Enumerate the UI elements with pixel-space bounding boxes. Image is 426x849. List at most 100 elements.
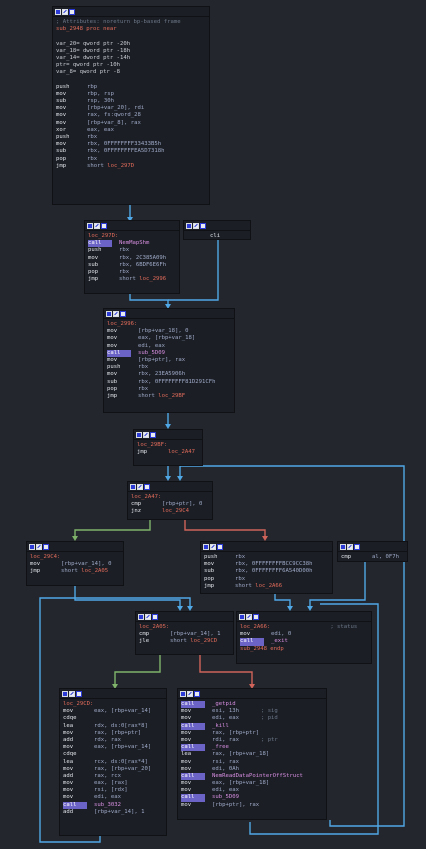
view-icon[interactable] [150,431,156,438]
asm-line[interactable]: jmp loc_2A47 [137,449,199,456]
graph-icon[interactable] [62,690,68,697]
comment-text[interactable]: ; sig [261,708,278,714]
asm-line[interactable]: call _kill [181,722,323,730]
comment-text[interactable]: ; pid [261,715,278,721]
declaration-text[interactable]: var_18= dword ptr -18h [56,48,130,54]
operand[interactable]: rbx, 0FFFFFFFF33433B5h [87,141,161,147]
operand[interactable]: short [235,583,255,589]
operand[interactable]: [rbp+ptr], rax [138,357,185,363]
view-icon[interactable] [76,690,82,697]
operand[interactable]: edi, 0 [271,631,291,637]
code-block-loc-297d[interactable]: loc_297D: call NemMapShm push rbx mov rbx, 2C3… [84,220,180,294]
mnemonic[interactable]: jmp [204,583,228,590]
code-label[interactable]: loc_2A47: [131,494,161,500]
asm-line[interactable]: mov rax, [rbp+var_20] [63,766,163,773]
comment-text[interactable]: ; Attributes: noreturn bp-based frame [56,19,181,25]
operand[interactable]: sub_5D09 [138,350,165,356]
operand[interactable]: rbx, 0FFFFFFFF81D291CFh [138,379,215,385]
edit-icon[interactable] [137,483,143,490]
code-label[interactable]: loc_2996: [107,321,137,327]
asm-line[interactable]: mov eax, [rbp+var_18] [181,780,323,787]
asm-line[interactable]: add rdx, rax [63,737,163,744]
asm-line[interactable]: mov rbx, 2C385A09h [88,255,176,262]
code-block-loc-2a47[interactable]: loc_2A47: cmp [rbp+ptr], 0 jnz loc_29C4 [127,481,213,520]
mnemonic[interactable]: pop [204,576,228,583]
operand[interactable]: al, 0F7h [372,554,399,560]
declaration-text[interactable]: var_8= qword ptr -8 [56,69,120,75]
asm-line[interactable]: sub rbx, 0FFFFFFFF6A540D00h [204,568,329,575]
edit-icon[interactable] [193,222,199,229]
code-block-sub-2948[interactable]: ; Attributes: noreturn bp-based frame sub… [52,6,210,205]
operand[interactable]: short [138,393,158,399]
asm-line[interactable]: push rbx [107,364,231,371]
mnemonic[interactable]: mov [181,737,205,744]
mnemonic[interactable]: add [63,809,87,816]
operand[interactable]: _getpid [212,701,236,707]
asm-line[interactable]: jle short loc_29CD [139,638,230,645]
mnemonic[interactable]: jle [139,638,163,645]
asm-line[interactable]: add [rbp+var_14], 1 [63,809,163,816]
operand[interactable]: eax, [rbp+var_18] [212,780,269,786]
mnemonic[interactable]: push [107,364,131,371]
mnemonic[interactable]: mov [181,766,205,773]
mnemonic[interactable]: pop [56,156,80,163]
mnemonic[interactable]: push [56,84,80,91]
asm-line[interactable]: loc_2A05: [139,624,230,631]
graph-icon[interactable] [87,222,93,229]
asm-line[interactable]: mov rdi, rax ; ptr [181,737,323,744]
operand[interactable]: _free [212,744,229,750]
jump-target-label[interactable]: loc_29BF [158,393,185,399]
mnemonic[interactable]: mov [56,141,80,148]
asm-line[interactable]: xor eax, eax [56,127,206,134]
asm-line[interactable]: sub rbx, 0FFFFFFFF81D291CFh [107,379,231,386]
operand[interactable]: [rbp+var_20], rdi [87,105,144,111]
mnemonic[interactable]: call [181,701,205,709]
asm-line[interactable]: call sub_5D09 [181,794,323,802]
asm-line[interactable]: sub rsp, 30h [56,98,206,105]
mnemonic[interactable]: mov [56,105,80,112]
operand[interactable]: rbp, rsp [87,91,114,97]
mnemonic[interactable]: mov [240,631,264,638]
asm-line[interactable]: mov [rbp+var_18], 0 [107,328,231,335]
operand[interactable]: rbx, 23EA5906h [138,371,185,377]
asm-line[interactable]: mov eax, [rax] [63,780,163,787]
edit-icon[interactable] [36,543,42,550]
asm-line[interactable]: mov eax, [rbp+var_14] [63,744,163,751]
mnemonic[interactable]: push [204,554,228,561]
jump-target-label[interactable]: loc_297D [107,163,134,169]
jump-target-label[interactable]: loc_2A66 [255,583,282,589]
comment-text[interactable]: ; status [330,624,357,630]
mnemonic[interactable]: sub [56,98,80,105]
asm-line[interactable]: mov rbp, rsp [56,91,206,98]
operand[interactable]: [rbp+ptr], 0 [162,501,202,507]
edit-icon[interactable] [210,543,216,550]
mnemonic[interactable]: sub [56,148,80,155]
jump-target-label[interactable]: loc_2996 [139,276,166,282]
asm-line[interactable]: mov esi, 13h ; sig [181,708,323,715]
asm-line[interactable]: jnz loc_29C4 [131,508,209,515]
asm-line[interactable]: call sub_5D09 [107,349,231,357]
edit-icon[interactable] [113,310,119,317]
operand[interactable]: rbx, 2C385A09h [119,255,166,261]
operand[interactable]: short [87,163,107,169]
operand[interactable]: eax, [rax] [94,780,128,786]
mnemonic[interactable]: mov [107,357,131,364]
asm-line[interactable]: loc_29C4: [30,554,120,561]
code-label[interactable]: loc_29CD: [63,701,93,707]
operand[interactable]: rdx, ds:0[rax*8] [94,723,148,729]
code-label[interactable]: loc_2A05: [139,624,169,630]
declaration-text[interactable]: ptr= qword ptr -10h [56,62,120,68]
view-icon[interactable] [120,310,126,317]
view-icon[interactable] [253,613,259,620]
operand[interactable]: rbx [119,269,129,275]
asm-line[interactable]: add rax, rcx [63,773,163,780]
graph-icon[interactable] [29,543,35,550]
mnemonic[interactable]: call [181,772,205,781]
operand[interactable]: NemReadDataPointerOffStruct [212,773,303,779]
edit-icon[interactable] [143,431,149,438]
asm-line[interactable]: mov rsi, [rdx] [63,787,163,794]
mnemonic[interactable]: cdqe [63,715,87,722]
asm-line[interactable]: mov edi, eax [107,343,231,350]
operand[interactable]: [rbp+var_8], rax [87,120,141,126]
asm-line[interactable]: jmp short loc_2996 [88,276,176,283]
